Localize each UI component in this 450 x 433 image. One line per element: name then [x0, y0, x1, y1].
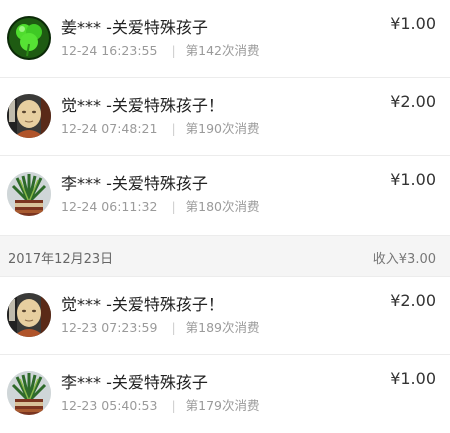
- transaction-time: 12-23 05:40:53: [61, 398, 158, 413]
- transaction-row[interactable]: 李*** -关爱特殊孩子 12-24 06:11:32 | 第180次消费 ¥1.0…: [0, 156, 450, 234]
- transaction-time: 12-24 16:23:55: [61, 43, 158, 58]
- transaction-meta: 12-24 16:23:55 | 第142次消费: [61, 40, 260, 59]
- meta-separator: |: [171, 199, 176, 214]
- transaction-title: 姜*** -关爱特殊孩子: [61, 18, 208, 37]
- transaction-amount: ¥1.00: [390, 369, 436, 388]
- transaction-meta: 12-24 07:48:21 | 第190次消费: [61, 118, 260, 137]
- transaction-meta: 12-23 07:23:59 | 第189次消费: [61, 317, 260, 336]
- transaction-time: 12-24 07:48:21: [61, 121, 158, 136]
- transaction-amount: ¥2.00: [390, 291, 436, 310]
- transaction-title: 李*** -关爱特殊孩子: [61, 373, 208, 392]
- transaction-list: 姜*** -关爱特殊孩子 12-24 16:23:55 | 第142次消费 ¥1.0…: [0, 0, 450, 433]
- transaction-meta: 12-23 05:40:53 | 第179次消费: [61, 395, 260, 414]
- transaction-row[interactable]: 觉*** -关爱特殊孩子！ 12-24 07:48:21 | 第190次消费 ¥2.…: [0, 78, 450, 156]
- transaction-time: 12-24 06:11:32: [61, 199, 158, 214]
- consumption-count: 第189次消费: [185, 320, 260, 335]
- transaction-title: 觉*** -关爱特殊孩子！: [61, 96, 224, 115]
- transaction-title: 觉*** -关爱特殊孩子！: [61, 295, 224, 314]
- meta-separator: |: [171, 398, 176, 413]
- group-income: 收入¥3.00: [372, 252, 436, 267]
- meta-separator: |: [171, 43, 176, 58]
- transaction-row[interactable]: 觉*** -关爱特殊孩子！ 12-23 07:23:59 | 第189次消费 ¥2.…: [0, 277, 450, 355]
- consumption-count: 第142次消费: [185, 43, 260, 58]
- meta-separator: |: [171, 320, 176, 335]
- transaction-amount: ¥1.00: [390, 170, 436, 189]
- monk-avatar-icon: [7, 94, 51, 138]
- meta-separator: |: [171, 121, 176, 136]
- transaction-meta: 12-24 06:11:32 | 第180次消费: [61, 196, 260, 215]
- transaction-row[interactable]: 姜*** -关爱特殊孩子 12-24 16:23:55 | 第142次消费 ¥1.0…: [0, 0, 450, 78]
- group-date: 2017年12月23日: [8, 252, 114, 267]
- monk-avatar-icon: [7, 293, 51, 337]
- transaction-time: 12-23 07:23:59: [61, 320, 158, 335]
- consumption-count: 第180次消费: [185, 199, 260, 214]
- consumption-count: 第190次消费: [185, 121, 260, 136]
- transaction-amount: ¥1.00: [390, 14, 436, 33]
- transaction-title: 李*** -关爱特殊孩子: [61, 174, 208, 193]
- transaction-amount: ¥2.00: [390, 92, 436, 111]
- transaction-row[interactable]: 李*** -关爱特殊孩子 12-23 05:40:53 | 第179次消费 ¥1.0…: [0, 355, 450, 433]
- plant-avatar-icon: [7, 172, 51, 216]
- consumption-count: 第179次消费: [185, 398, 260, 413]
- green-clover-avatar-icon: [7, 16, 51, 60]
- date-group-header: 2017年12月23日 收入¥3.00: [0, 235, 450, 277]
- plant-avatar-icon: [7, 371, 51, 415]
